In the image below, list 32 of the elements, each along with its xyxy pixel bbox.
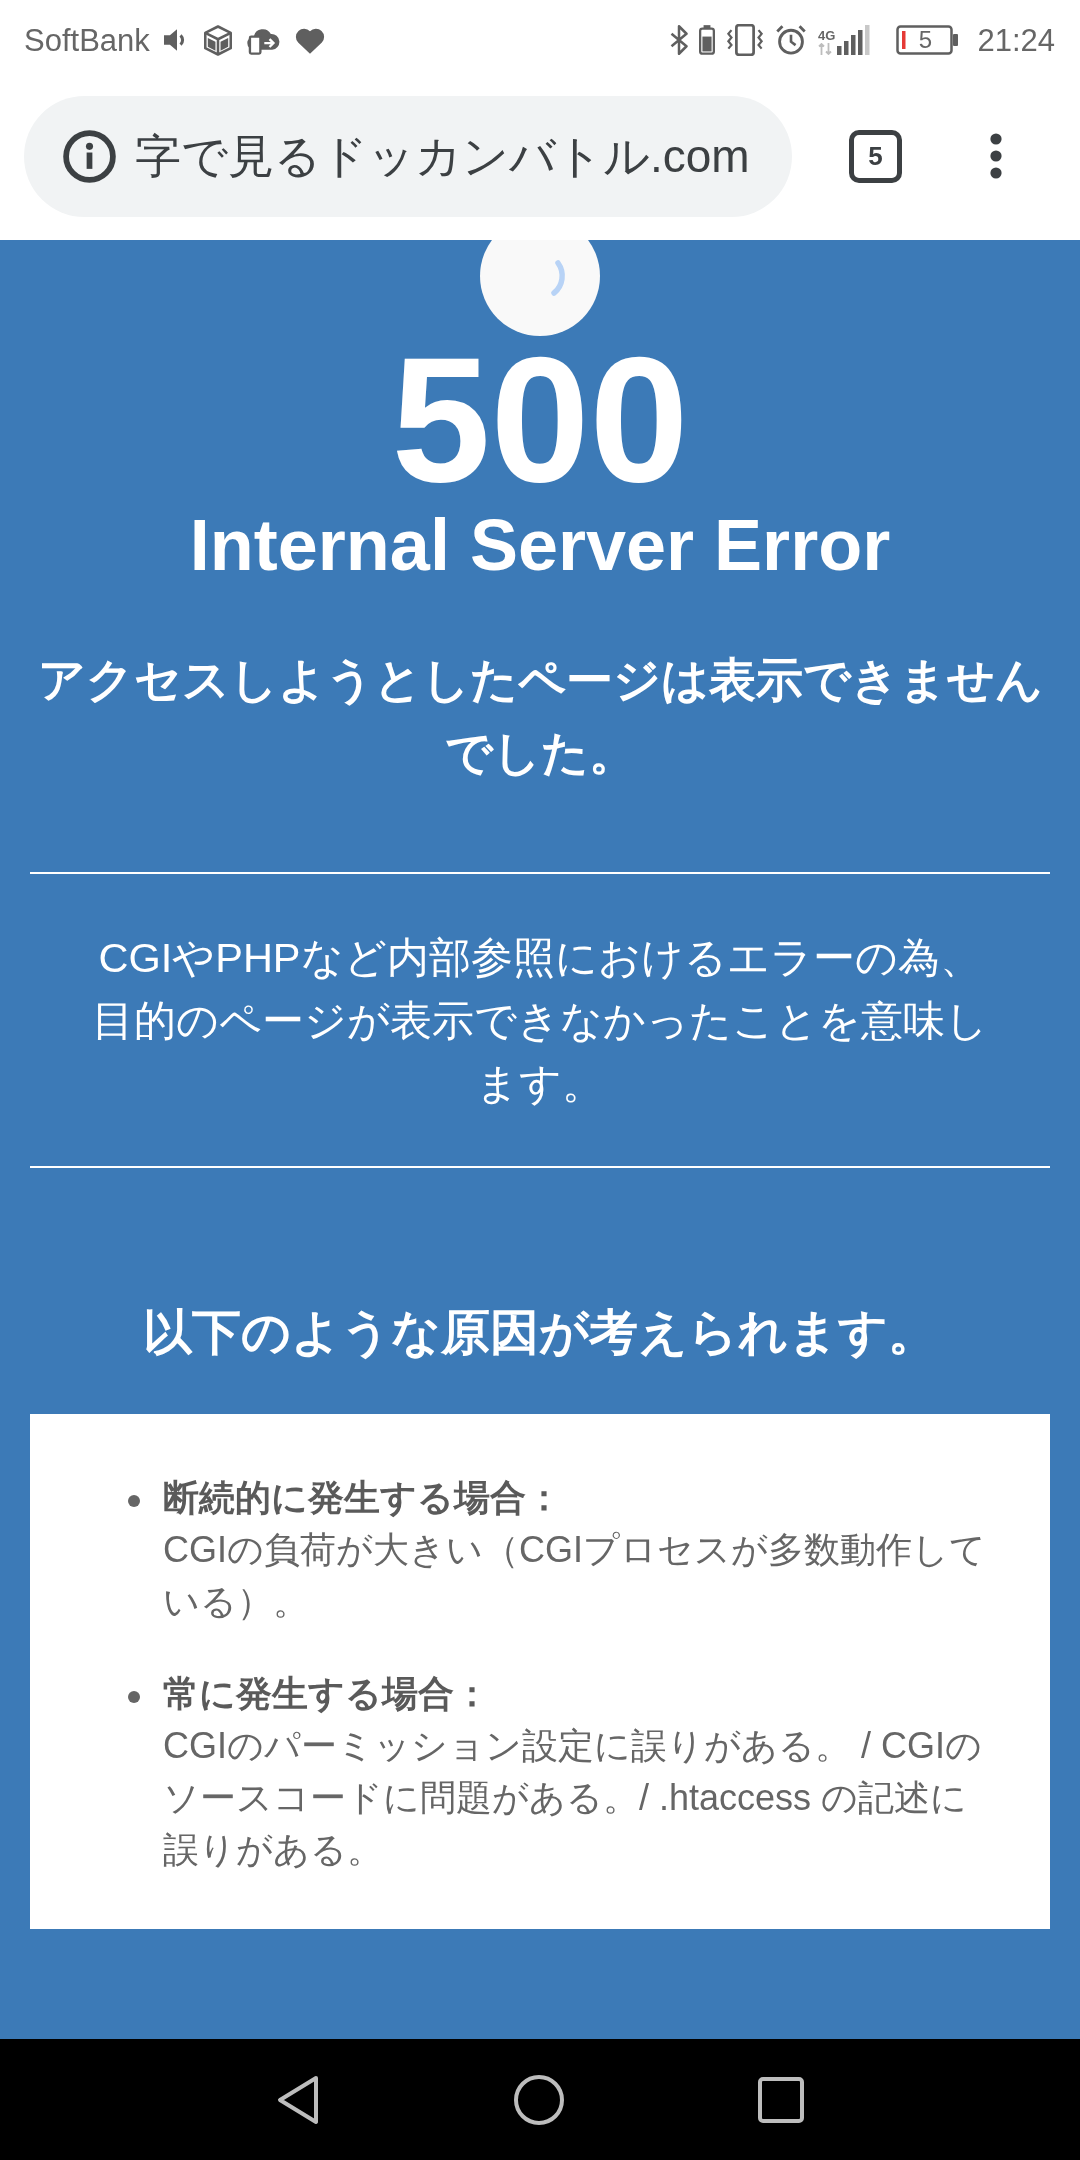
home-icon[interactable] (514, 2074, 564, 2125)
menu-button[interactable] (990, 133, 1002, 179)
bullet-icon (128, 1691, 140, 1703)
battery-level-text: 5 (918, 28, 934, 52)
battery-icon (699, 25, 716, 55)
battery-icon (896, 25, 959, 55)
signal-icon (837, 25, 872, 55)
error-headline: アクセスしようとしたページは表示できませんでした。 (36, 652, 1044, 781)
causes-heading: 以下のような原因が考えられます。 (143, 1304, 937, 1361)
recents-icon[interactable] (758, 2076, 804, 2123)
back-icon[interactable] (276, 2074, 320, 2125)
network-type-text: 4G (818, 29, 836, 43)
cause-title: 断続的に発生する場合： (163, 1476, 563, 1520)
error-description: CGIやPHPなど内部参照におけるエラーの為、目的のページが表示できなかったことを意味します。 (92, 933, 988, 1109)
cause-text: CGIのパーミッション設定に誤りがある。 / CGIのソースコードに問題がある。/ .htaccess の記述に誤りがある。 (163, 1724, 983, 1872)
address-bar[interactable]: 字で見るドッカンバトル.com (24, 95, 792, 217)
info-icon[interactable] (63, 129, 116, 183)
bullet-icon (128, 1495, 140, 1507)
clock-time: 21:24 (977, 24, 1055, 56)
bluetooth-icon (670, 25, 689, 55)
carrier-name: SoftBank (24, 24, 150, 56)
cube-icon (203, 24, 232, 56)
cause-text: CGIの負荷が大きい（CGIプロセスが多数動作している）。 (163, 1528, 987, 1624)
cause-title: 常に発生する場合： (163, 1672, 491, 1716)
alarm-icon (775, 24, 808, 56)
error-code: 500 (391, 331, 689, 509)
vibrate-icon (726, 24, 765, 56)
more-icon (990, 133, 1002, 179)
tab-switcher-button[interactable]: 5 (849, 129, 902, 183)
url-text: 字で見るドッカンバトル.com (135, 133, 750, 179)
error-title: Internal Server Error (189, 509, 891, 581)
data-arrows-icon (818, 43, 833, 55)
